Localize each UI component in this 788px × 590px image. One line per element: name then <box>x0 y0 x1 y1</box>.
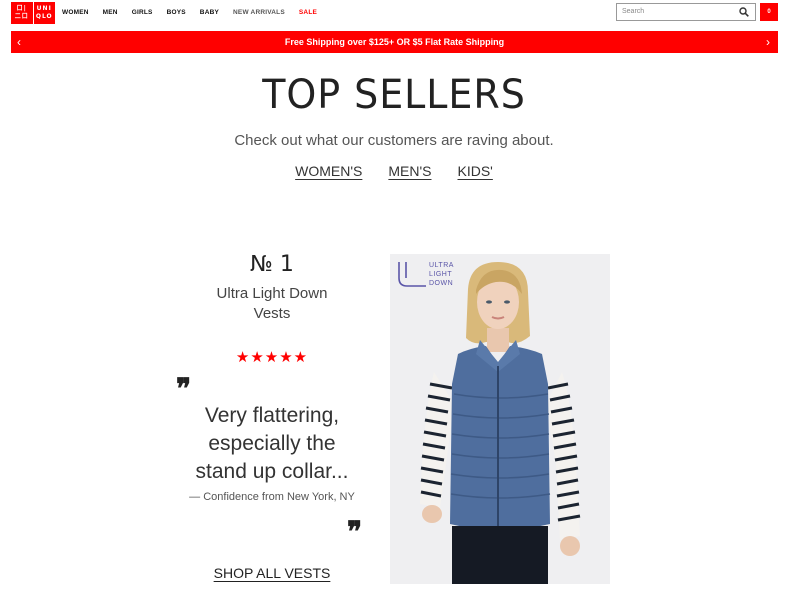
nav-baby[interactable]: BABY <box>200 9 219 16</box>
nav-boys[interactable]: BOYS <box>167 9 186 16</box>
review-line-3: stand up collar... <box>195 460 349 483</box>
logo-glyph-1: 口| <box>16 5 27 12</box>
category-tabs: WOMEN'S MEN'S KIDS' <box>0 163 788 179</box>
open-quote-icon: ❞ <box>176 372 192 405</box>
cart-button[interactable]: 0 <box>760 3 778 21</box>
tab-womens[interactable]: WOMEN'S <box>295 163 362 179</box>
review-line-2: especially the <box>208 432 336 455</box>
rating-stars: ★★★★★ <box>235 349 309 366</box>
cart-count: 0 <box>767 9 771 15</box>
nav-new-arrivals[interactable]: NEW ARRIVALS <box>233 9 285 16</box>
product-name-line2: Vests <box>253 305 291 322</box>
banner-prev-arrow-icon[interactable]: ‹ <box>17 34 21 50</box>
reviewer-attribution: — Confidence from New York, NY <box>189 491 355 503</box>
review-line-1: Very flattering, <box>204 404 340 427</box>
nav-men[interactable]: MEN <box>103 9 118 16</box>
uniqlo-logo[interactable]: 口| 二口 UNI QLO <box>11 2 56 24</box>
page-subtitle: Check out what our customers are raving … <box>234 132 554 149</box>
product-name[interactable]: Ultra Light Down Vests <box>196 284 348 324</box>
banner-text[interactable]: Free Shipping over $125+ OR $5 Flat Rate… <box>285 37 504 47</box>
logo-text-line2: QLO <box>35 13 53 20</box>
shop-all-vests-link[interactable]: SHOP ALL VESTS <box>196 565 348 581</box>
search-placeholder: Search <box>622 8 645 15</box>
nav-women[interactable]: WOMEN <box>62 9 89 16</box>
close-quote-icon: ❞ <box>347 515 363 548</box>
search-icon[interactable] <box>739 7 749 17</box>
product-image[interactable]: ULTRA LIGHT DOWN <box>390 254 610 584</box>
page-title: TOP SELLERS <box>262 72 526 118</box>
logo-box-left: 口| 二口 <box>11 2 33 24</box>
site-header: 口| 二口 UNI QLO WOMEN MEN GIRLS BOYS BABY … <box>0 0 788 28</box>
tab-kids[interactable]: KIDS' <box>458 163 493 179</box>
promo-banner: ‹ Free Shipping over $125+ OR $5 Flat Ra… <box>11 31 778 53</box>
search-input[interactable]: Search <box>616 3 756 21</box>
banner-next-arrow-icon[interactable]: › <box>766 34 770 50</box>
review-quote: Very flattering, especially the stand up… <box>176 402 368 486</box>
tab-mens[interactable]: MEN'S <box>388 163 431 179</box>
logo-text-line1: UNI <box>36 5 52 12</box>
main-nav: WOMEN MEN GIRLS BOYS BABY NEW ARRIVALS S… <box>62 9 331 16</box>
nav-girls[interactable]: GIRLS <box>132 9 153 16</box>
product-name-line1: Ultra Light Down <box>216 285 328 302</box>
rank-number: № 1 <box>250 252 294 277</box>
logo-glyph-2: 二口 <box>14 13 29 20</box>
model-illustration <box>420 262 581 584</box>
logo-box-right: UNI QLO <box>33 2 55 24</box>
nav-sale[interactable]: SALE <box>299 9 317 16</box>
